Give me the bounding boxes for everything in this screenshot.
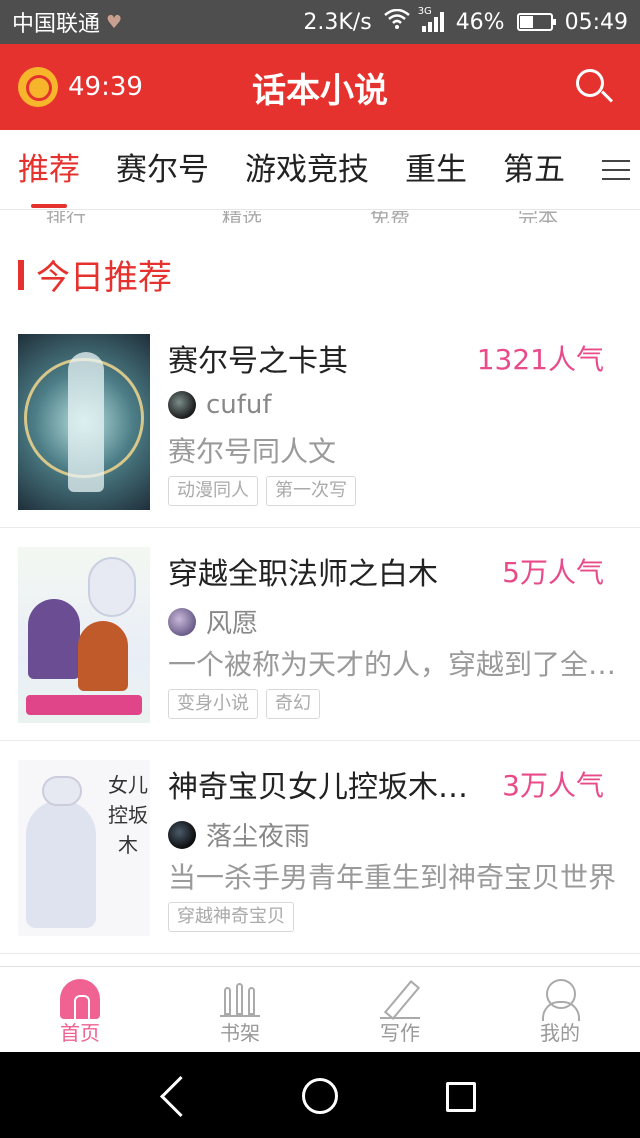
tab-fifth[interactable]: 第五 — [485, 130, 565, 209]
book-tags: 穿越神奇宝贝 — [168, 902, 294, 932]
back-icon[interactable] — [160, 1078, 196, 1114]
sub-nav-featured[interactable]: 精选 — [222, 211, 262, 223]
book-item[interactable]: 赛尔号之卡其 1321人气 cufuf 赛尔号同人文 动漫同人 第一次写 — [0, 316, 640, 528]
recent-apps-icon[interactable] — [446, 1082, 476, 1112]
bookshelf-icon — [220, 979, 260, 1019]
signal-icon: 3G — [418, 6, 444, 32]
book-cover[interactable] — [18, 547, 150, 723]
active-tab-indicator — [31, 203, 67, 208]
app-bar: 49:39 话本小说 — [0, 44, 640, 130]
book-popularity: 3万人气 — [502, 769, 604, 802]
book-description: 一个被称为天才的人，穿越到了全职法师世界 — [168, 648, 628, 681]
pencil-icon — [380, 979, 420, 1019]
reading-timer[interactable]: 49:39 — [0, 67, 143, 107]
book-cover[interactable] — [18, 334, 150, 510]
wifi-icon — [383, 8, 410, 35]
avatar — [168, 391, 196, 419]
book-popularity: 5万人气 — [502, 556, 604, 589]
nav-write[interactable]: 写作 — [320, 967, 480, 1052]
net-speed: 2.3K/s — [303, 9, 372, 35]
search-button[interactable] — [566, 59, 622, 115]
tab-label: 重生 — [405, 151, 467, 188]
section-title: 今日推荐 — [36, 258, 172, 298]
tab-label: 赛尔号 — [116, 151, 209, 188]
status-right: 2.3K/s 3G 46% 05:49 — [303, 6, 628, 35]
section-marker — [18, 259, 24, 290]
book-item[interactable]: 穿越全职法师之白木 5万人气 风愿 一个被称为天才的人，穿越到了全职法师世界 变… — [0, 529, 640, 741]
alarm-clock-icon — [18, 67, 58, 107]
book-author: 风愿 — [168, 603, 258, 640]
nav-label: 首页 — [60, 1021, 100, 1045]
tab-seer[interactable]: 赛尔号 — [98, 130, 227, 209]
author-name: 风愿 — [206, 609, 259, 639]
book-author: cufuf — [168, 390, 272, 420]
avatar — [168, 820, 196, 849]
system-nav-bar — [0, 1052, 640, 1138]
book-tags: 动漫同人 第一次写 — [168, 476, 356, 506]
book-cover[interactable]: 女儿控坂木 — [18, 760, 150, 936]
tag[interactable]: 穿越神奇宝贝 — [168, 902, 294, 932]
book-popularity: 1321人气 — [476, 343, 604, 376]
book-title: 神奇宝贝女儿控坂木老爹 — [168, 770, 468, 805]
clock: 05:49 — [564, 9, 628, 35]
avatar — [168, 607, 196, 636]
section-header: 今日推荐 — [18, 250, 172, 299]
nav-label: 我的 — [540, 1021, 580, 1045]
battery-fill — [519, 16, 534, 28]
tab-rebirth[interactable]: 重生 — [387, 130, 485, 209]
sub-nav: 排行 精选 免费 完本 — [0, 211, 640, 223]
search-icon — [576, 69, 604, 97]
tab-label: 推荐 — [18, 151, 80, 188]
heart-icon: ♥ — [106, 11, 123, 33]
home-circle-icon[interactable] — [302, 1078, 338, 1114]
sub-nav-free[interactable]: 免费 — [370, 211, 410, 223]
author-name: 落尘夜雨 — [206, 822, 311, 852]
profile-icon — [540, 979, 580, 1021]
status-bar: 中国联通 ♥ 2.3K/s 3G 46% 05:49 — [0, 0, 640, 44]
author-name: cufuf — [206, 390, 272, 420]
cover-text: 女儿控坂木 — [108, 773, 148, 857]
tab-recommend[interactable]: 推荐 — [0, 130, 98, 209]
tag[interactable]: 动漫同人 — [168, 476, 258, 506]
sub-nav-rank[interactable]: 排行 — [46, 211, 86, 223]
battery-percent: 46% — [455, 9, 505, 35]
bottom-nav: 首页 书架 写作 我的 — [0, 966, 640, 1052]
nav-bookshelf[interactable]: 书架 — [160, 967, 320, 1052]
nav-label: 写作 — [380, 1021, 420, 1045]
home-icon — [60, 979, 100, 1021]
book-author: 落尘夜雨 — [168, 816, 310, 853]
tag[interactable]: 第一次写 — [266, 476, 356, 506]
book-title: 穿越全职法师之白木 — [168, 557, 438, 592]
nav-label: 书架 — [220, 1021, 260, 1045]
nav-home[interactable]: 首页 — [0, 967, 160, 1052]
tab-gaming[interactable]: 游戏竞技 — [227, 130, 387, 209]
nav-me[interactable]: 我的 — [480, 967, 640, 1052]
timer-value: 49:39 — [68, 72, 143, 102]
category-tabs: 推荐 赛尔号 游戏竞技 重生 第五 — [0, 130, 640, 210]
book-description: 赛尔号同人文 — [168, 435, 337, 468]
book-tags: 变身小说 奇幻 — [168, 689, 320, 719]
tab-label: 游戏竞技 — [245, 151, 369, 188]
battery-icon — [516, 13, 556, 31]
carrier-label: 中国联通 — [12, 12, 101, 37]
book-item[interactable]: 女儿控坂木 神奇宝贝女儿控坂木老爹 3万人气 落尘夜雨 当一杀手男青年重生到神奇… — [0, 742, 640, 954]
menu-icon[interactable] — [598, 154, 630, 186]
book-title: 赛尔号之卡其 — [168, 344, 348, 379]
carrier-group: 中国联通 ♥ — [12, 6, 122, 38]
tag[interactable]: 变身小说 — [168, 689, 258, 719]
sub-nav-completed[interactable]: 完本 — [518, 211, 558, 223]
tag[interactable]: 奇幻 — [266, 689, 320, 719]
book-description: 当一杀手男青年重生到神奇宝贝世界 — [168, 861, 617, 894]
tab-label: 第五 — [503, 151, 565, 188]
network-type: 3G — [417, 6, 432, 17]
